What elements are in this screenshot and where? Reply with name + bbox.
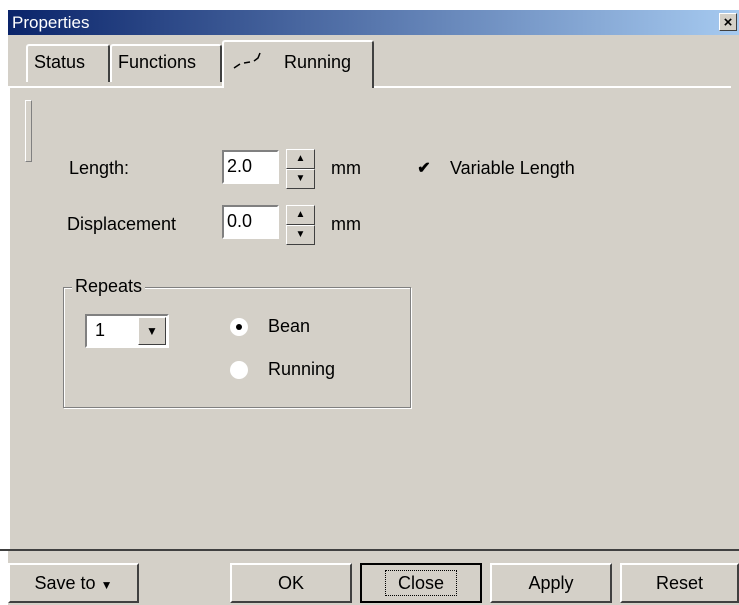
- tab-running-label: Running: [284, 52, 352, 72]
- length-up-icon[interactable]: ▲: [286, 149, 315, 169]
- apply-button[interactable]: Apply: [490, 563, 612, 603]
- repeats-value: 1: [95, 320, 106, 340]
- tab-status-label: Status: [34, 52, 86, 72]
- ok-button[interactable]: OK: [230, 563, 352, 603]
- displacement-spinner[interactable]: ▲ ▼: [286, 205, 315, 245]
- variable-length-checkbox[interactable]: ✔: [416, 161, 432, 177]
- apply-label: Apply: [528, 573, 574, 593]
- save-to-label: Save to: [34, 573, 96, 593]
- tab-status[interactable]: Status: [26, 44, 110, 82]
- reset-button[interactable]: Reset: [620, 563, 739, 603]
- length-down-icon[interactable]: ▼: [286, 169, 315, 189]
- running-label: Running: [268, 359, 336, 379]
- chevron-down-icon[interactable]: ▼: [138, 317, 166, 345]
- displacement-label: Displacement: [67, 214, 177, 234]
- displacement-down-icon[interactable]: ▼: [286, 225, 315, 245]
- displacement-unit: mm: [331, 214, 361, 234]
- tab-running[interactable]: Running: [222, 40, 374, 88]
- close-button[interactable]: Close: [360, 563, 482, 603]
- repeats-legend: Repeats: [72, 276, 146, 297]
- repeats-dropdown[interactable]: 1 ▼: [85, 314, 169, 348]
- bean-label: Bean: [268, 316, 311, 336]
- title-bar[interactable]: Properties ×: [8, 10, 739, 35]
- footer-divider: [0, 549, 739, 551]
- close-label: Close: [384, 570, 458, 596]
- close-icon: ×: [723, 14, 733, 31]
- displacement-input[interactable]: 0.0: [222, 205, 279, 239]
- window-title: Properties: [12, 13, 90, 32]
- running-stitch-icon: [233, 52, 261, 69]
- length-unit: mm: [331, 158, 361, 178]
- reset-label: Reset: [655, 573, 704, 593]
- length-input[interactable]: 2.0: [222, 150, 279, 184]
- ok-label: OK: [277, 573, 304, 593]
- tab-functions[interactable]: Functions: [110, 44, 222, 82]
- variable-length-label: Variable Length: [450, 158, 575, 178]
- save-to-button[interactable]: Save to ▼: [8, 563, 139, 603]
- close-window-button[interactable]: ×: [719, 13, 737, 31]
- length-value: 2.0: [227, 156, 253, 176]
- dropdown-arrow-icon: ▼: [100, 578, 113, 592]
- displacement-value: 0.0: [227, 211, 253, 231]
- length-spinner[interactable]: ▲ ▼: [286, 149, 315, 189]
- panel-grip-handle[interactable]: [25, 100, 32, 162]
- length-label: Length:: [69, 158, 130, 178]
- displacement-up-icon[interactable]: ▲: [286, 205, 315, 225]
- bean-radio[interactable]: [230, 318, 248, 336]
- tab-functions-label: Functions: [118, 52, 197, 72]
- running-radio[interactable]: [230, 361, 248, 379]
- checkmark-icon: ✔: [417, 160, 431, 177]
